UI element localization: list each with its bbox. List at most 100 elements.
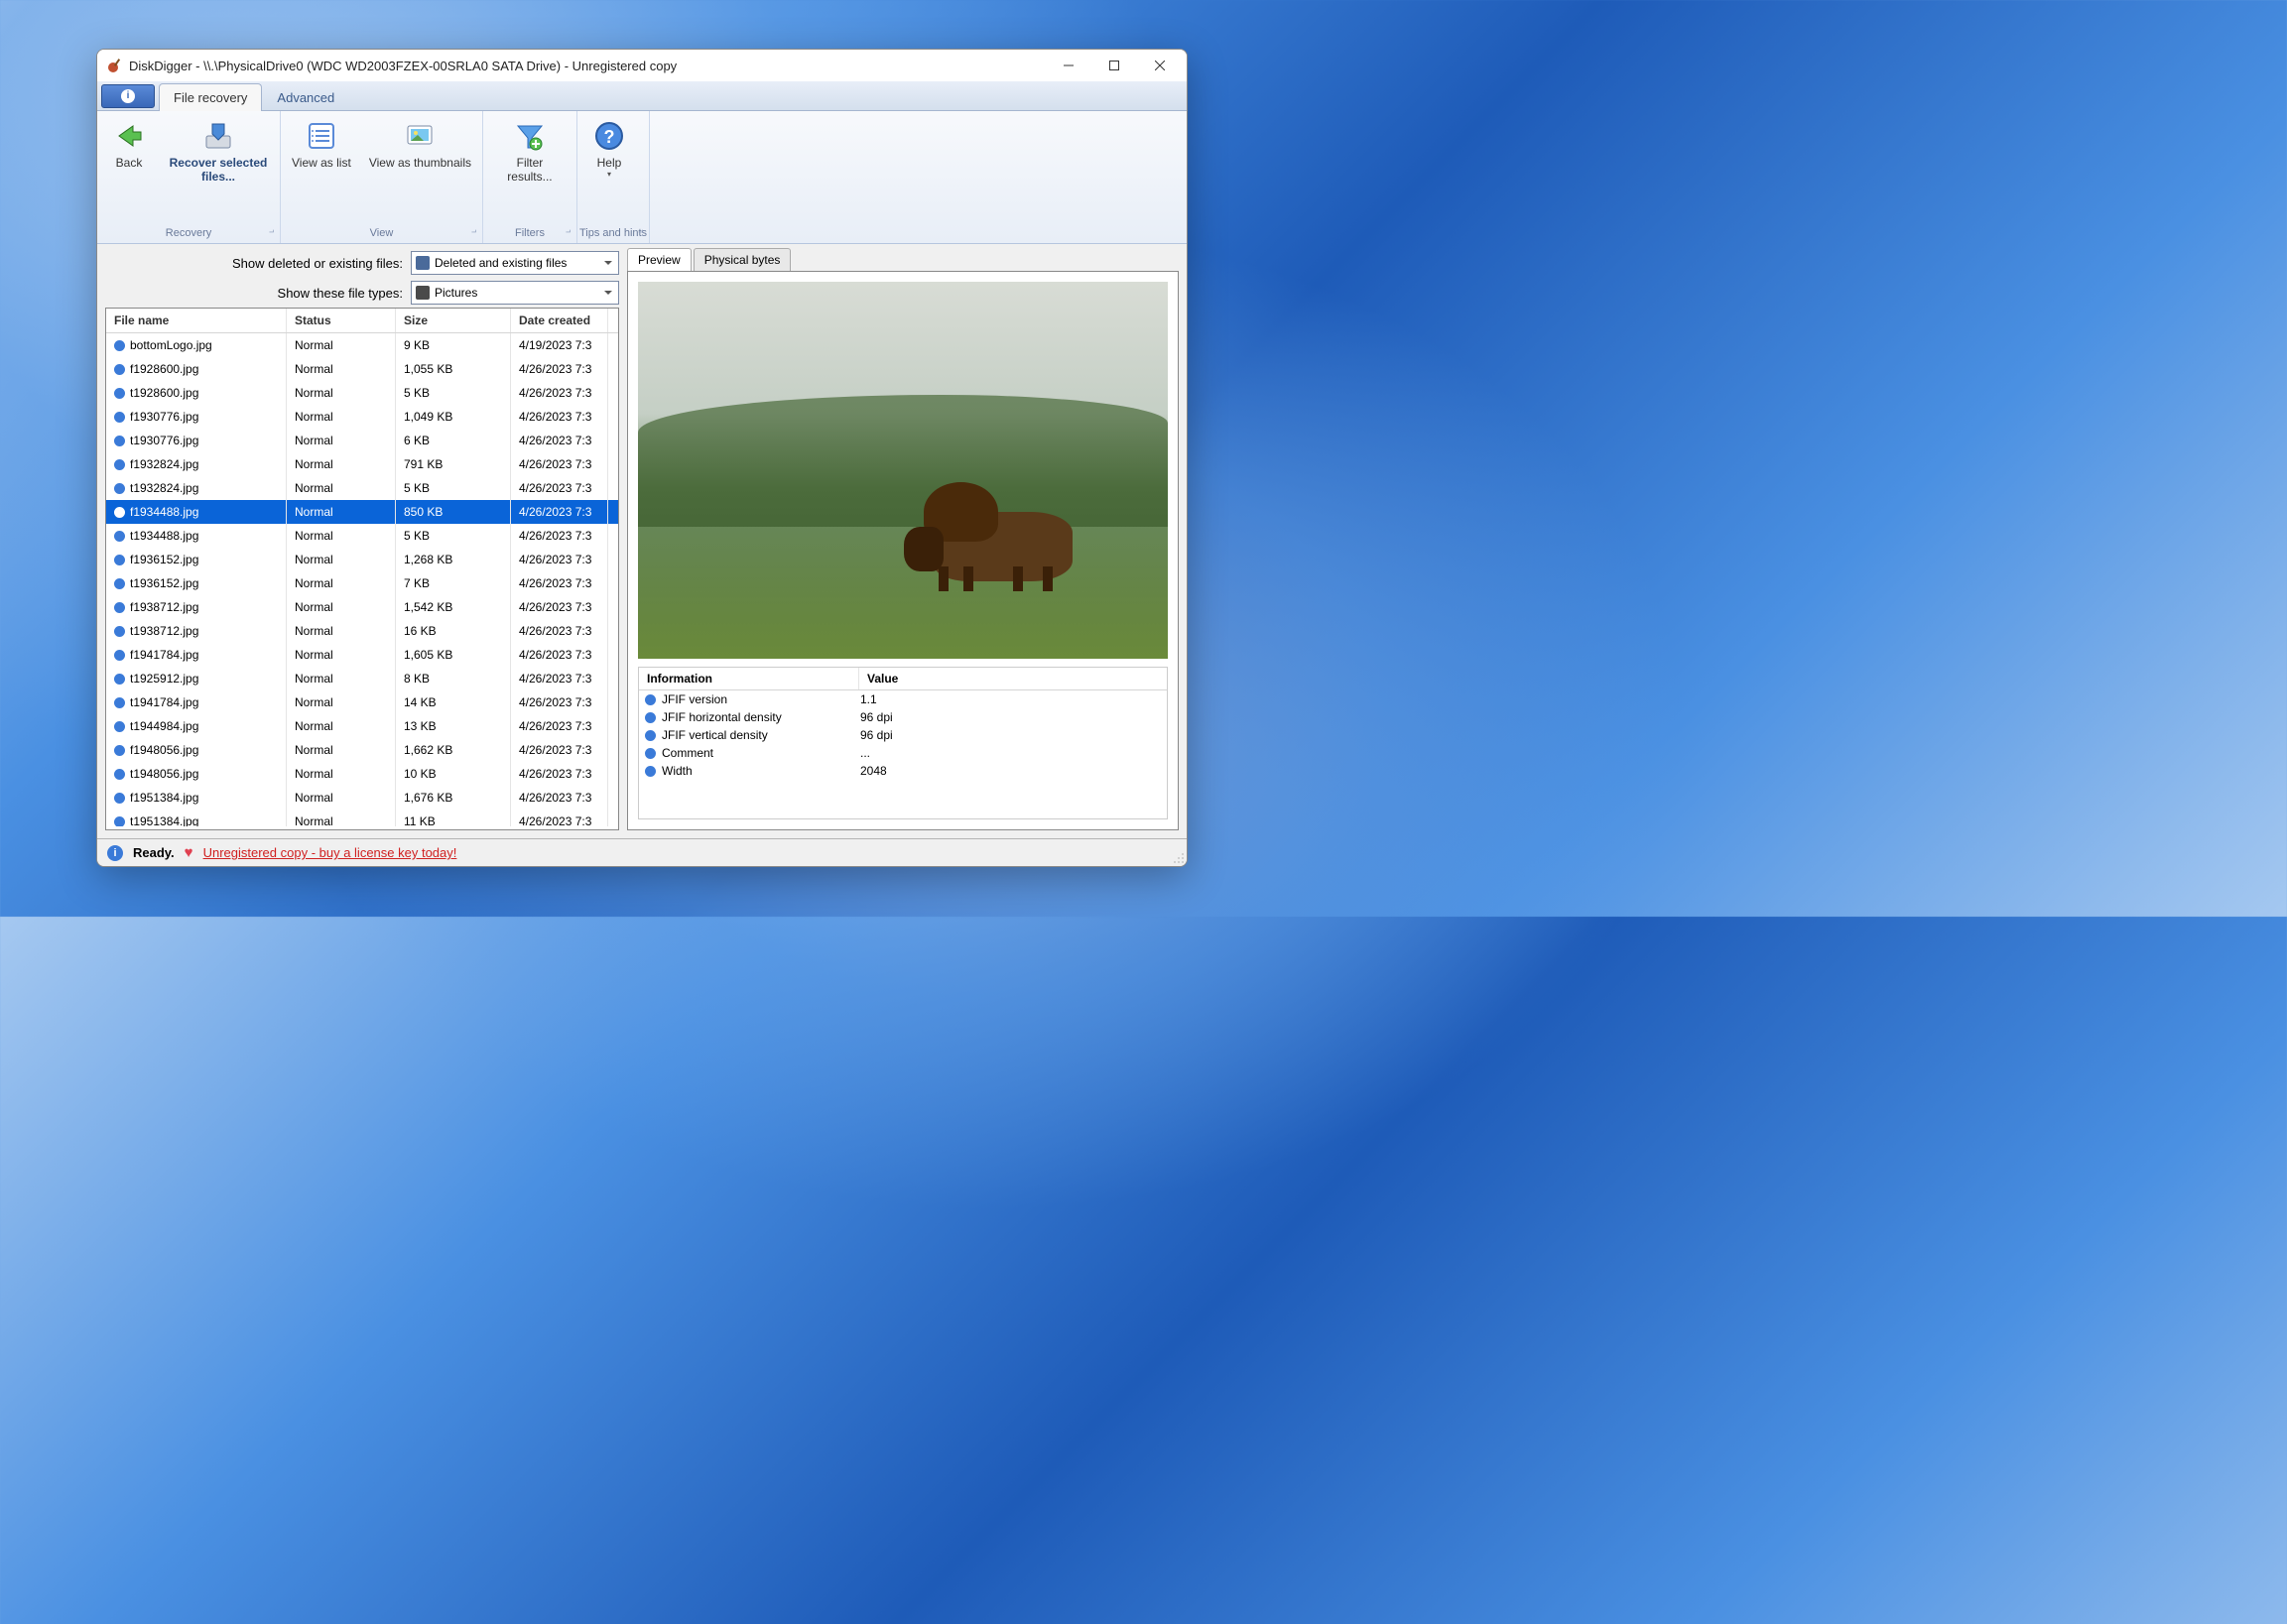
tab-advanced[interactable]: Advanced <box>262 83 349 111</box>
table-row[interactable]: f1934488.jpgNormal850 KB4/26/2023 7:3 <box>106 500 618 524</box>
ribbon-label-filters: Filters <box>485 225 574 243</box>
ribbon-group-tips: ? Help ▾ Tips and hints <box>577 111 650 243</box>
table-row[interactable]: t1948056.jpgNormal10 KB4/26/2023 7:3 <box>106 762 618 786</box>
col-date[interactable]: Date created <box>511 309 608 332</box>
table-row[interactable]: t1944984.jpgNormal13 KB4/26/2023 7:3 <box>106 714 618 738</box>
bullet-icon <box>645 712 656 723</box>
deleted-filter-combo[interactable]: Deleted and existing files <box>411 251 619 275</box>
table-row[interactable]: t1934488.jpgNormal5 KB4/26/2023 7:3 <box>106 524 618 548</box>
grid-body[interactable]: bottomLogo.jpgNormal9 KB4/19/2023 7:3f19… <box>106 333 618 826</box>
file-icon <box>114 531 125 542</box>
types-filter-combo[interactable]: Pictures <box>411 281 619 305</box>
filter-results-button[interactable]: Filter results... <box>485 115 574 225</box>
recover-files-button[interactable]: Recover selected files... <box>159 115 278 225</box>
funnel-icon <box>514 120 546 152</box>
table-row[interactable]: t1941784.jpgNormal14 KB4/26/2023 7:3 <box>106 690 618 714</box>
col-size[interactable]: Size <box>396 309 511 332</box>
file-list-pane: Show deleted or existing files: Deleted … <box>105 248 619 830</box>
info-row[interactable]: JFIF horizontal density96 dpi <box>639 708 1167 726</box>
table-row[interactable]: f1928600.jpgNormal1,055 KB4/26/2023 7:3 <box>106 357 618 381</box>
tab-file-recovery[interactable]: File recovery <box>159 83 262 111</box>
table-row[interactable]: t1936152.jpgNormal7 KB4/26/2023 7:3 <box>106 571 618 595</box>
file-icon <box>114 436 125 446</box>
file-icon <box>114 674 125 685</box>
close-button[interactable] <box>1137 50 1183 81</box>
types-filter-label: Show these file types: <box>278 286 403 301</box>
table-row[interactable]: t1951384.jpgNormal11 KB4/26/2023 7:3 <box>106 810 618 826</box>
table-row[interactable]: t1925912.jpgNormal8 KB4/26/2023 7:3 <box>106 667 618 690</box>
resize-grip[interactable] <box>1171 850 1185 864</box>
table-row[interactable]: t1938712.jpgNormal16 KB4/26/2023 7:3 <box>106 619 618 643</box>
heart-icon: ♥ <box>185 844 193 861</box>
table-row[interactable]: t1928600.jpgNormal5 KB4/26/2023 7:3 <box>106 381 618 405</box>
table-row[interactable]: t1932824.jpgNormal5 KB4/26/2023 7:3 <box>106 476 618 500</box>
help-button[interactable]: ? Help ▾ <box>579 115 639 225</box>
table-row[interactable]: f1936152.jpgNormal1,268 KB4/26/2023 7:3 <box>106 548 618 571</box>
bullet-icon <box>645 766 656 777</box>
col-status[interactable]: Status <box>287 309 396 332</box>
info-grid[interactable]: Information Value JFIF version1.1JFIF ho… <box>638 667 1168 819</box>
chevron-down-icon: ▾ <box>607 170 611 179</box>
preview-pane: Preview Physical bytes <box>627 248 1179 830</box>
preview-image <box>638 282 1168 659</box>
app-menu-button[interactable]: i <box>101 84 155 108</box>
table-row[interactable]: f1932824.jpgNormal791 KB4/26/2023 7:3 <box>106 452 618 476</box>
back-arrow-icon <box>113 120 145 152</box>
preview-tab-bytes[interactable]: Physical bytes <box>694 248 792 271</box>
content-area: Show deleted or existing files: Deleted … <box>97 244 1187 838</box>
file-icon <box>114 721 125 732</box>
info-row[interactable]: Comment... <box>639 744 1167 762</box>
table-row[interactable]: f1951384.jpgNormal1,676 KB4/26/2023 7:3 <box>106 786 618 810</box>
info-icon: i <box>121 89 135 103</box>
titlebar[interactable]: DiskDigger - \\.\PhysicalDrive0 (WDC WD2… <box>97 50 1187 81</box>
file-icon <box>114 364 125 375</box>
file-icon <box>114 769 125 780</box>
table-row[interactable]: f1930776.jpgNormal1,049 KB4/26/2023 7:3 <box>106 405 618 429</box>
file-icon <box>114 340 125 351</box>
ribbon: Back Recover selected files... Recovery … <box>97 111 1187 244</box>
file-icon <box>114 650 125 661</box>
grid-header[interactable]: File name Status Size Date created <box>106 309 618 333</box>
file-icon <box>114 578 125 589</box>
view-list-button[interactable]: View as list <box>283 115 360 225</box>
thumbnails-icon <box>404 120 436 152</box>
bullet-icon <box>645 748 656 759</box>
ribbon-group-recovery: Back Recover selected files... Recovery <box>97 111 281 243</box>
view-thumbnails-button[interactable]: View as thumbnails <box>360 115 480 225</box>
help-icon: ? <box>593 120 625 152</box>
minimize-button[interactable] <box>1046 50 1091 81</box>
ribbon-tabs: i File recovery Advanced <box>97 81 1187 111</box>
info-col-value[interactable]: Value <box>859 668 1167 689</box>
table-row[interactable]: f1941784.jpgNormal1,605 KB4/26/2023 7:3 <box>106 643 618 667</box>
status-info-icon: i <box>107 845 123 861</box>
info-row[interactable]: Width2048 <box>639 762 1167 780</box>
file-icon <box>114 697 125 708</box>
statusbar: i Ready. ♥ Unregistered copy - buy a lic… <box>97 838 1187 866</box>
filter-db-icon <box>416 256 430 270</box>
table-row[interactable]: t1930776.jpgNormal6 KB4/26/2023 7:3 <box>106 429 618 452</box>
back-button[interactable]: Back <box>99 115 159 225</box>
deleted-filter-label: Show deleted or existing files: <box>232 256 403 271</box>
info-row[interactable]: JFIF vertical density96 dpi <box>639 726 1167 744</box>
file-icon <box>114 793 125 804</box>
save-disk-icon <box>202 120 234 152</box>
file-icon <box>114 626 125 637</box>
file-icon <box>114 745 125 756</box>
col-filename[interactable]: File name <box>106 309 287 332</box>
unregistered-link[interactable]: Unregistered copy - buy a license key to… <box>203 845 457 860</box>
list-icon <box>306 120 337 152</box>
file-icon <box>114 816 125 827</box>
file-icon <box>114 483 125 494</box>
window-title: DiskDigger - \\.\PhysicalDrive0 (WDC WD2… <box>129 59 1046 73</box>
ribbon-label-tips: Tips and hints <box>579 225 647 243</box>
table-row[interactable]: f1938712.jpgNormal1,542 KB4/26/2023 7:3 <box>106 595 618 619</box>
svg-text:?: ? <box>603 127 614 147</box>
table-row[interactable]: bottomLogo.jpgNormal9 KB4/19/2023 7:3 <box>106 333 618 357</box>
ribbon-label-recovery: Recovery <box>99 225 278 243</box>
info-col-information[interactable]: Information <box>639 668 859 689</box>
maximize-button[interactable] <box>1091 50 1137 81</box>
info-row[interactable]: JFIF version1.1 <box>639 690 1167 708</box>
table-row[interactable]: f1948056.jpgNormal1,662 KB4/26/2023 7:3 <box>106 738 618 762</box>
preview-tab-preview[interactable]: Preview <box>627 248 692 271</box>
ribbon-label-view: View <box>283 225 480 243</box>
